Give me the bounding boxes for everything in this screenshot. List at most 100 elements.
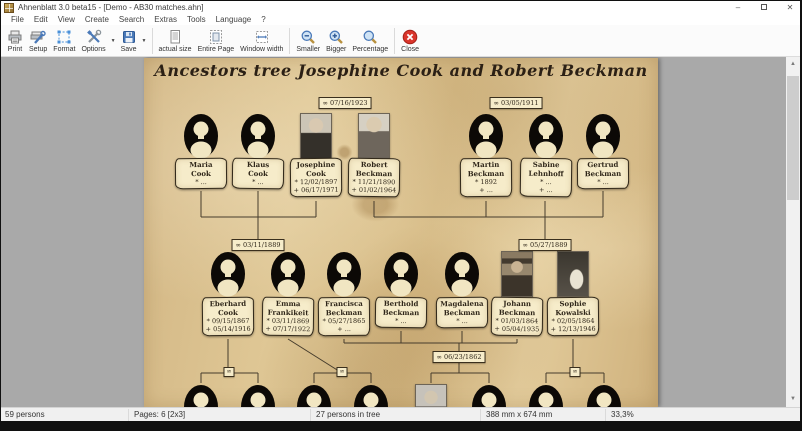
portrait-photo-gen3-person-4	[415, 384, 447, 407]
silhouette-icon-berthold-beckman	[383, 251, 419, 297]
bigger-button[interactable]: Bigger	[323, 26, 349, 56]
person-name: Beckman	[438, 308, 486, 317]
toolbar-button-label: actual size	[159, 46, 192, 53]
silhouette-icon-gertrud-beckman	[585, 113, 621, 159]
menu-item-search[interactable]: Search	[114, 15, 149, 24]
format-icon	[56, 29, 72, 45]
silhouette-icon-gen3-person-5	[471, 384, 507, 407]
person-box-berthold-beckman: BertholdBeckman* ...	[375, 297, 427, 329]
portrait-photo-sophie-kowalski	[557, 251, 589, 297]
toolbar-separator	[394, 28, 395, 54]
close-button[interactable]: Close	[398, 26, 422, 56]
window-width-button[interactable]: Window width	[237, 26, 286, 56]
title-bar: Ahnenblatt 3.0 beta15 - [Demo - AB30 mat…	[1, 1, 800, 14]
silhouette-icon-sabine-lehnhoff	[528, 113, 564, 159]
zoom-in-icon	[328, 29, 344, 45]
maximize-icon	[761, 4, 767, 10]
menu-item-create[interactable]: Create	[80, 15, 114, 24]
print-button[interactable]: Print	[4, 26, 26, 56]
person-box-sabine-lehnhoff: SabineLehnhoff* ...+ ...	[520, 158, 572, 198]
person-box-robert-beckman: RobertBeckman* 11/21/1890+ 01/02/1964	[348, 158, 400, 198]
toolbar-button-label: Print	[8, 46, 22, 53]
window-width-icon	[254, 29, 270, 45]
chevron-down-icon[interactable]: ▼	[140, 38, 149, 44]
silhouette-icon-martin-beckman	[468, 113, 504, 159]
close-window-button[interactable]: ✕	[784, 1, 796, 14]
close-icon	[402, 29, 418, 45]
person-box-gertrud-beckman: GertrudBeckman* ...	[577, 158, 629, 190]
menu-item-file[interactable]: File	[6, 15, 29, 24]
toolbar-separator	[152, 28, 153, 54]
silhouette-icon-klaus-cook	[240, 113, 276, 159]
menu-item-edit[interactable]: Edit	[29, 15, 53, 24]
person-box-johann-beckman: JohannBeckman* 01/03/1864+ 05/04/1935	[491, 297, 543, 337]
toolbar-button-label: Save	[121, 46, 137, 53]
status-field-2: 27 persons in tree	[316, 410, 380, 419]
silhouette-icon-gen3-person-0	[183, 384, 219, 407]
save-button[interactable]: Save	[118, 26, 140, 56]
save-icon	[121, 29, 137, 45]
percentage-button[interactable]: Percentage	[349, 26, 391, 56]
tree-preview-canvas[interactable]: Ancestors tree Josephine Cook and Robert…	[1, 57, 800, 407]
person-date: + ...	[522, 186, 570, 195]
status-field-3: 388 mm x 674 mm	[486, 410, 552, 419]
portrait-photo-johann-beckman	[501, 251, 533, 297]
silhouette-icon-gen3-person-6	[528, 384, 564, 407]
window-title: Ahnenblatt 3.0 beta15 - [Demo - AB30 mat…	[18, 3, 203, 12]
person-box-maria-cook: MariaCook* ...	[175, 158, 227, 190]
statusbar-separator	[310, 409, 311, 421]
person-date: * ...	[377, 317, 425, 326]
vertical-scrollbar[interactable]: ▲ ▼	[786, 57, 800, 407]
page-icon	[167, 29, 183, 45]
minimize-button[interactable]: –	[732, 1, 744, 14]
person-box-sophie-kowalski: SophieKowalski* 02/05/1864+ 12/13/1946	[547, 297, 599, 337]
status-field-4: 33,3%	[611, 410, 634, 419]
person-date: + 05/04/1935	[493, 325, 541, 334]
marriage-label: ∞ 06/23/1862	[433, 351, 486, 363]
person-date: + 05/14/1916	[204, 325, 252, 334]
person-date: + 01/02/1964	[350, 186, 398, 195]
person-date: * ...	[579, 178, 627, 187]
person-date: + ...	[462, 186, 510, 195]
menu-item-view[interactable]: View	[53, 15, 80, 24]
setup-button[interactable]: Setup	[26, 26, 50, 56]
format-button[interactable]: Format	[50, 26, 78, 56]
toolbar-button-label: Smaller	[296, 46, 320, 53]
smaller-button[interactable]: Smaller	[293, 26, 323, 56]
actual-size-button[interactable]: actual size	[156, 26, 195, 56]
menu-bar: FileEditViewCreateSearchExtrasToolsLangu…	[1, 14, 800, 25]
toolbar-button-label: Setup	[29, 46, 47, 53]
options-button[interactable]: Options	[78, 26, 108, 56]
scroll-up-icon[interactable]: ▲	[786, 57, 800, 72]
statusbar-separator	[480, 409, 481, 421]
person-date: * 05/27/1865	[320, 317, 368, 326]
tree-page-paper	[144, 58, 658, 407]
status-field-0: 59 persons	[5, 410, 45, 419]
silhouette-icon-eberhard-cook	[210, 251, 246, 297]
person-box-emma-frankikeit: EmmaFrankikeit* 03/11/1869+ 07/17/1922	[262, 297, 314, 337]
menu-item--[interactable]: ?	[256, 15, 270, 24]
marriage-label: ∞	[337, 367, 348, 377]
menu-item-tools[interactable]: Tools	[182, 15, 211, 24]
toolbar-button-label: Close	[401, 46, 419, 53]
maximize-button[interactable]	[758, 1, 770, 14]
scroll-down-icon[interactable]: ▼	[786, 392, 800, 407]
menu-item-extras[interactable]: Extras	[149, 15, 182, 24]
silhouette-icon-gen3-person-1	[240, 384, 276, 407]
toolbar-button-label: Bigger	[326, 46, 346, 53]
menu-item-language[interactable]: Language	[211, 15, 257, 24]
scrollbar-thumb[interactable]	[787, 76, 799, 200]
person-date: * ...	[234, 178, 282, 187]
printer-icon	[7, 29, 23, 45]
entire-page-button[interactable]: Entire Page	[195, 26, 238, 56]
app-icon	[4, 3, 14, 13]
chevron-down-icon[interactable]: ▼	[109, 38, 118, 44]
silhouette-icon-gen3-person-3	[353, 384, 389, 407]
person-name: Beckman	[377, 308, 425, 317]
toolbar-button-label: Percentage	[352, 46, 388, 53]
person-date: + ...	[320, 325, 368, 334]
toolbar-separator	[289, 28, 290, 54]
toolbar-button-label: Options	[81, 46, 105, 53]
printer-setup-icon	[30, 29, 46, 45]
status-bar: 59 personsPages: 6 [2x3]27 persons in tr…	[1, 407, 800, 421]
